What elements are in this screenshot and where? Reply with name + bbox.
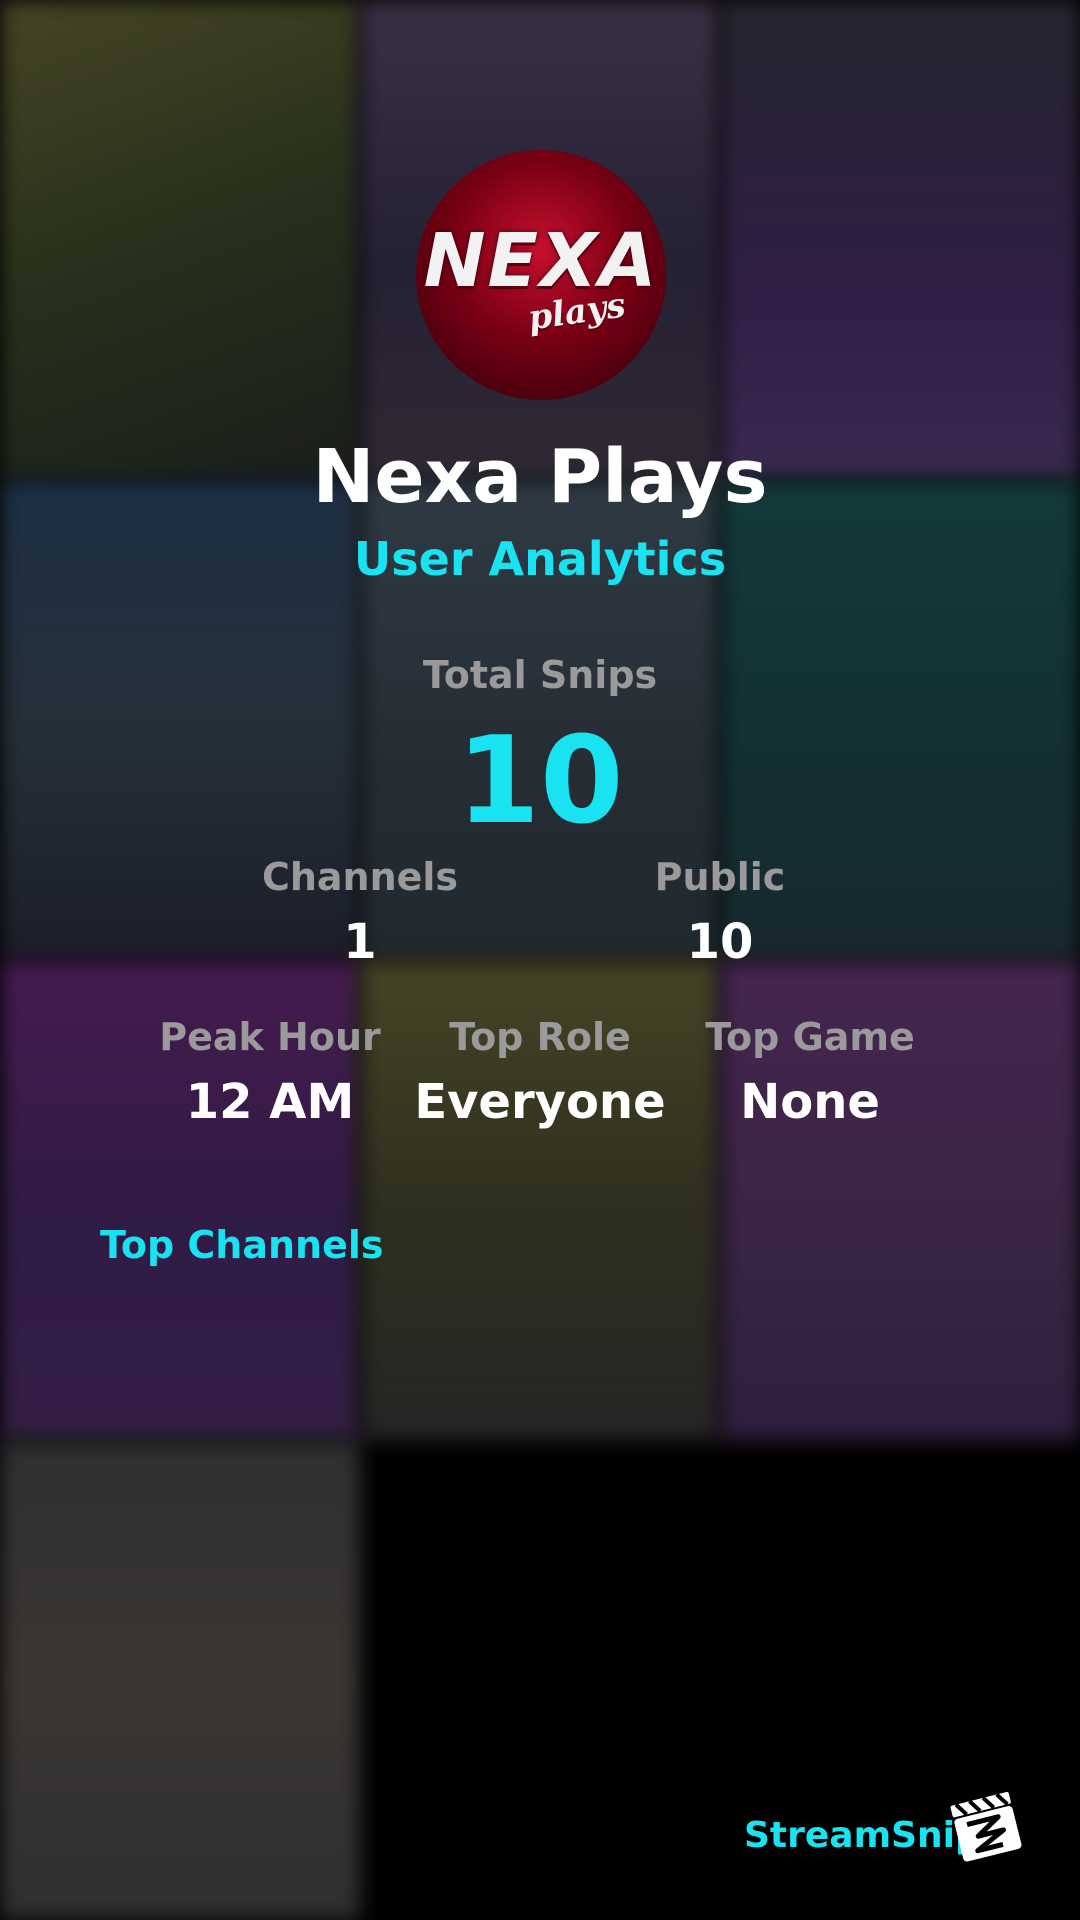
channels-value: 1 xyxy=(343,914,377,970)
page-subtitle: User Analytics xyxy=(353,532,727,586)
clapperboard-icon xyxy=(950,1791,1022,1862)
top-role-value: Everyone xyxy=(414,1074,666,1130)
top-channels-heading: Top Channels xyxy=(100,1223,384,1267)
public-label: Public xyxy=(654,855,786,899)
top-game-value: None xyxy=(740,1074,880,1130)
total-snips-value: 10 xyxy=(456,712,624,851)
avatar-logo-text: NEXA xyxy=(423,218,659,304)
public-value: 10 xyxy=(686,914,754,970)
total-snips-label: Total Snips xyxy=(422,653,658,697)
top-game-label: Top Game xyxy=(705,1015,915,1059)
top-role-label: Top Role xyxy=(449,1015,631,1059)
peak-hour-value: 12 AM xyxy=(185,1074,355,1130)
channel-name: Nexa Plays xyxy=(312,434,768,520)
analytics-card: NEXA plays Nexa Plays User Analytics Tot… xyxy=(0,0,1080,1920)
channel-avatar: NEXA plays xyxy=(416,150,666,400)
peak-hour-label: Peak Hour xyxy=(159,1015,381,1059)
channels-label: Channels xyxy=(261,855,459,899)
